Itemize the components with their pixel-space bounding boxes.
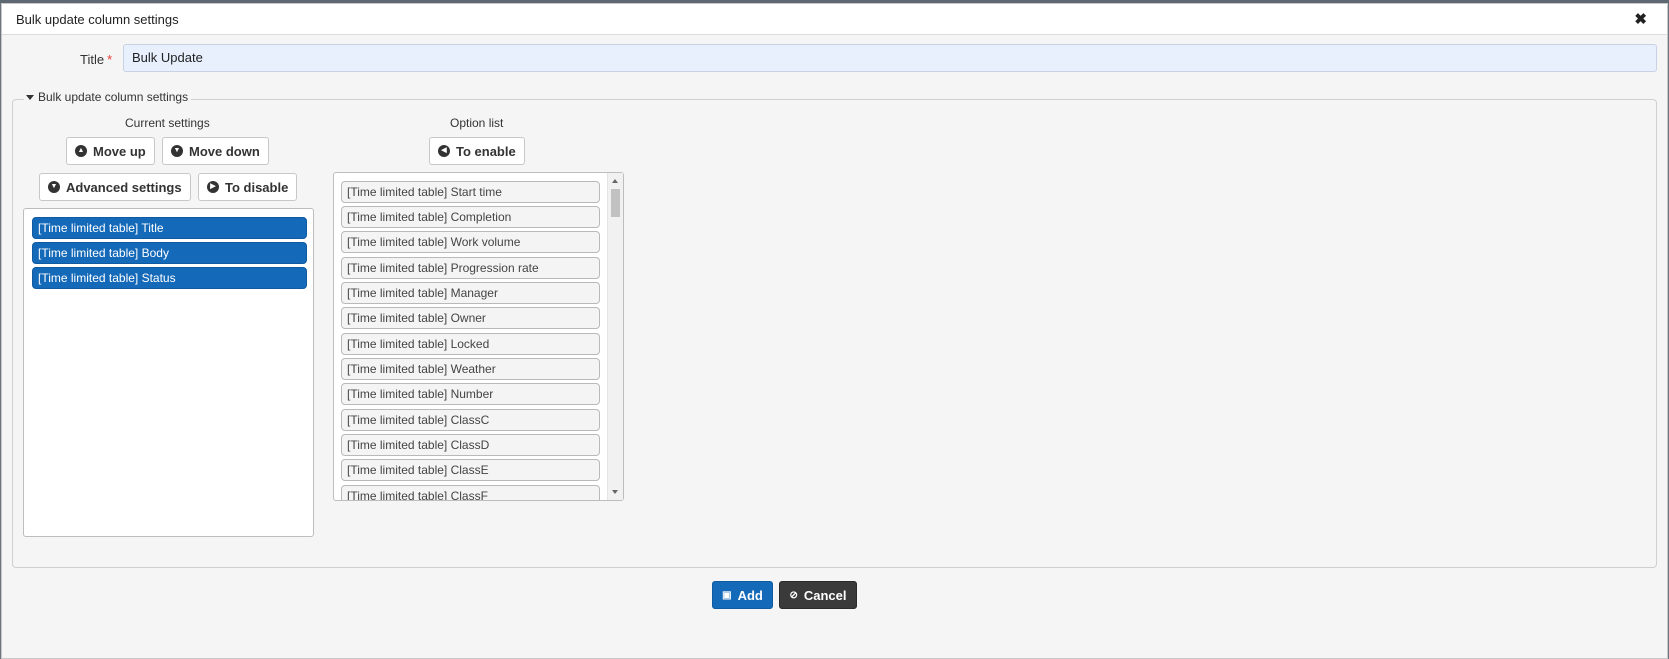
close-icon[interactable]: ✖ bbox=[1634, 10, 1647, 28]
option-list[interactable]: [Time limited table] Start time [Time li… bbox=[333, 172, 624, 501]
move-down-label: Move down bbox=[189, 143, 260, 159]
current-settings-header: Current settings bbox=[125, 116, 210, 130]
cancel-icon: ⊘ bbox=[789, 589, 798, 601]
chevron-up-circle-icon: ▲ bbox=[75, 145, 87, 157]
advanced-settings-button[interactable]: ▼ Advanced settings bbox=[39, 173, 191, 201]
dialog-titlebar: Bulk update column settings ✖ bbox=[2, 4, 1667, 35]
list-item[interactable]: [Time limited table] Title bbox=[32, 217, 307, 239]
add-label: Add bbox=[737, 587, 763, 603]
scrollbar-thumb[interactable] bbox=[611, 189, 620, 217]
list-item[interactable]: [Time limited table] Body bbox=[32, 242, 307, 264]
cancel-label: Cancel bbox=[803, 587, 847, 603]
to-enable-label: To enable bbox=[456, 143, 516, 159]
list-item[interactable]: [Time limited table] ClassE bbox=[341, 459, 600, 481]
option-list-header: Option list bbox=[450, 116, 504, 130]
save-icon: ▣ bbox=[722, 589, 732, 601]
list-item[interactable]: [Time limited table] Owner bbox=[341, 307, 600, 329]
move-up-button[interactable]: ▲ Move up bbox=[66, 137, 155, 165]
required-marker: * bbox=[107, 52, 113, 67]
cancel-button[interactable]: ⊘ Cancel bbox=[779, 581, 857, 609]
list-item[interactable]: [Time limited table] ClassF bbox=[341, 485, 600, 500]
fieldset-legend-text: Bulk update column settings bbox=[38, 90, 189, 104]
caret-down-icon bbox=[26, 95, 34, 101]
option-list-scrollbar[interactable] bbox=[607, 173, 623, 500]
chevron-down-circle-icon: ▼ bbox=[171, 145, 183, 157]
add-button[interactable]: ▣ Add bbox=[712, 581, 773, 609]
title-row: Title * Bulk Update bbox=[0, 44, 1669, 74]
move-down-button[interactable]: ▼ Move down bbox=[162, 137, 269, 165]
list-item[interactable]: [Time limited table] Start time bbox=[341, 181, 600, 203]
list-item[interactable]: [Time limited table] Locked bbox=[341, 333, 600, 355]
to-disable-button[interactable]: ▶ To disable bbox=[198, 173, 298, 201]
scroll-up-arrow-icon[interactable] bbox=[612, 179, 618, 183]
to-disable-label: To disable bbox=[225, 179, 289, 195]
chevron-right-circle-icon: ▶ bbox=[207, 181, 219, 193]
chevron-down-circle-icon: ▼ bbox=[48, 181, 60, 193]
scroll-down-arrow-icon[interactable] bbox=[612, 490, 618, 494]
list-item[interactable]: [Time limited table] Weather bbox=[341, 358, 600, 380]
title-label: Title * bbox=[80, 52, 112, 67]
list-item[interactable]: [Time limited table] Status bbox=[32, 267, 307, 289]
current-settings-list[interactable]: [Time limited table] Title [Time limited… bbox=[23, 208, 314, 537]
option-list-viewport: [Time limited table] Start time [Time li… bbox=[334, 173, 607, 500]
title-label-text: Title bbox=[80, 52, 105, 67]
list-item[interactable]: [Time limited table] ClassD bbox=[341, 434, 600, 456]
move-up-label: Move up bbox=[93, 143, 146, 159]
title-input[interactable]: Bulk Update bbox=[123, 44, 1657, 72]
advanced-settings-label: Advanced settings bbox=[66, 179, 182, 195]
dialog-title: Bulk update column settings bbox=[16, 12, 179, 27]
list-item[interactable]: [Time limited table] ClassC bbox=[341, 409, 600, 431]
fieldset-legend[interactable]: Bulk update column settings bbox=[24, 90, 192, 104]
chevron-left-circle-icon: ◀ bbox=[438, 145, 450, 157]
list-item[interactable]: [Time limited table] Completion bbox=[341, 206, 600, 228]
to-enable-button[interactable]: ◀ To enable bbox=[429, 137, 525, 165]
list-item[interactable]: [Time limited table] Progression rate bbox=[341, 257, 600, 279]
list-item[interactable]: [Time limited table] Work volume bbox=[341, 231, 600, 253]
list-item[interactable]: [Time limited table] Number bbox=[341, 383, 600, 405]
list-item[interactable]: [Time limited table] Manager bbox=[341, 282, 600, 304]
